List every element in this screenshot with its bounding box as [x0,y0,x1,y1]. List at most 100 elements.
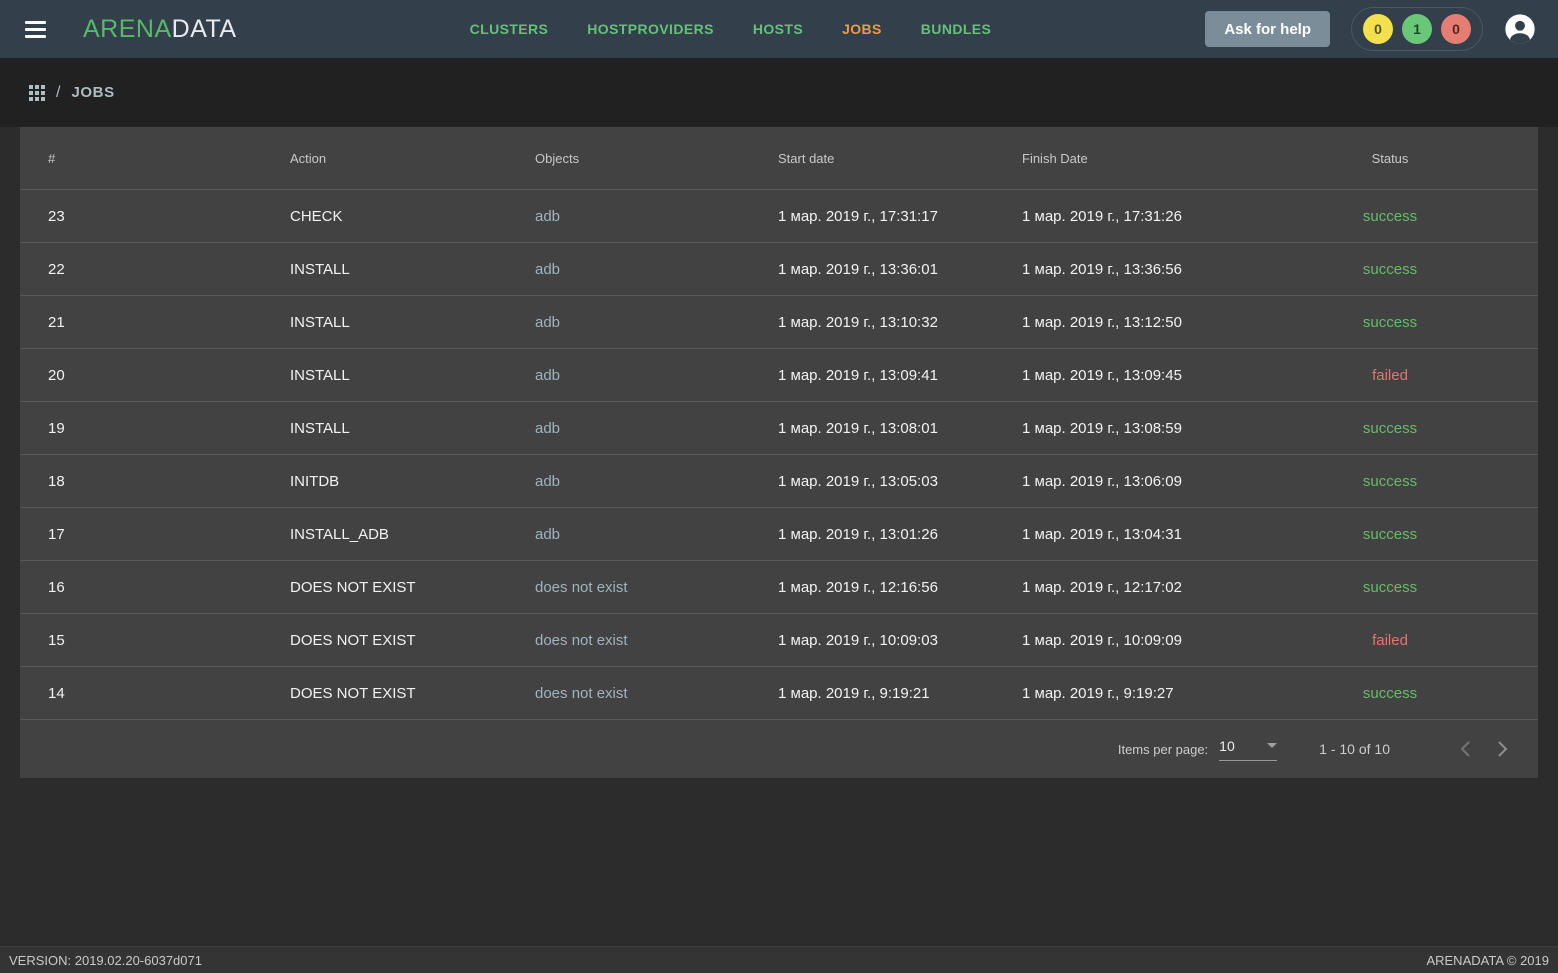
job-status: success [1242,314,1538,331]
table-row[interactable]: 20 INSTALL adb 1 мар. 2019 г., 13:09:41 … [20,349,1538,402]
job-finish-date: 1 мар. 2019 г., 13:36:56 [1022,261,1242,278]
items-per-page-label: Items per page: [1118,742,1208,757]
job-id: 21 [20,314,290,331]
job-id: 19 [20,420,290,437]
job-object-link[interactable]: adb [535,314,778,331]
nav-link-clusters[interactable]: CLUSTERS [470,21,549,37]
version-label: VERSION: 2019.02.20-6037d071 [9,953,202,968]
job-id: 14 [20,685,290,702]
job-action: INSTALL [290,420,535,437]
chevron-right-icon [1498,741,1508,757]
pagination-range-label: 1 - 10 of 10 [1319,741,1390,757]
table-row[interactable]: 14 DOES NOT EXIST does not exist 1 мар. … [20,667,1538,720]
job-object-link[interactable]: does not exist [535,579,778,596]
breadcrumb-jobs[interactable]: JOBS [71,84,114,101]
job-status-counters: 0 1 0 [1351,7,1483,51]
job-action: INSTALL [290,261,535,278]
logo-part-data: DATA [172,15,237,43]
job-action: INSTALL_ADB [290,526,535,543]
column-header-action: Action [290,151,535,166]
job-id: 23 [20,208,290,225]
job-finish-date: 1 мар. 2019 г., 12:17:02 [1022,579,1242,596]
job-object-link[interactable]: does not exist [535,632,778,649]
table-row[interactable]: 16 DOES NOT EXIST does not exist 1 мар. … [20,561,1538,614]
copyright-label: ARENADATA © 2019 [1426,953,1549,968]
job-start-date: 1 мар. 2019 г., 13:36:01 [778,261,1022,278]
job-object-link[interactable]: adb [535,420,778,437]
chevron-left-icon [1460,741,1470,757]
next-page-button[interactable] [1498,741,1508,757]
job-start-date: 1 мар. 2019 г., 13:09:41 [778,367,1022,384]
table-row[interactable]: 15 DOES NOT EXIST does not exist 1 мар. … [20,614,1538,667]
job-status: success [1242,579,1538,596]
job-object-link[interactable]: adb [535,208,778,225]
main-nav: CLUSTERS HOSTPROVIDERS HOSTS JOBS BUNDLE… [470,21,992,37]
breadcrumb: / JOBS [0,58,1558,127]
table-row[interactable]: 19 INSTALL adb 1 мар. 2019 г., 13:08:01 … [20,402,1538,455]
job-id: 16 [20,579,290,596]
job-action: CHECK [290,208,535,225]
job-object-link[interactable]: adb [535,526,778,543]
table-row[interactable]: 21 INSTALL adb 1 мар. 2019 г., 13:10:32 … [20,296,1538,349]
job-finish-date: 1 мар. 2019 г., 10:09:09 [1022,632,1242,649]
job-action: INSTALL [290,367,535,384]
table-row[interactable]: 17 INSTALL_ADB adb 1 мар. 2019 г., 13:01… [20,508,1538,561]
table-header-row: # Action Objects Start date Finish Date … [20,127,1538,190]
job-object-link[interactable]: does not exist [535,685,778,702]
column-header-status: Status [1242,151,1538,166]
brand-logo[interactable]: ARENADATA [83,15,237,44]
breadcrumb-separator: / [56,84,60,102]
job-start-date: 1 мар. 2019 г., 13:10:32 [778,314,1022,331]
status-bar: VERSION: 2019.02.20-6037d071 ARENADATA ©… [0,946,1558,973]
job-start-date: 1 мар. 2019 г., 13:05:03 [778,473,1022,490]
nav-link-jobs[interactable]: JOBS [842,21,882,37]
job-start-date: 1 мар. 2019 г., 13:01:26 [778,526,1022,543]
job-status: failed [1242,632,1538,649]
job-finish-date: 1 мар. 2019 г., 9:19:27 [1022,685,1242,702]
nav-link-hostproviders[interactable]: HOSTPROVIDERS [587,21,714,37]
job-id: 20 [20,367,290,384]
user-avatar-icon[interactable] [1504,13,1536,45]
counter-running-badge[interactable]: 0 [1363,14,1393,44]
job-action: DOES NOT EXIST [290,579,535,596]
job-status: success [1242,208,1538,225]
job-status: success [1242,526,1538,543]
job-finish-date: 1 мар. 2019 г., 13:04:31 [1022,526,1242,543]
job-action: INSTALL [290,314,535,331]
job-id: 15 [20,632,290,649]
items-per-page-value: 10 [1219,738,1235,754]
job-id: 18 [20,473,290,490]
job-start-date: 1 мар. 2019 г., 10:09:03 [778,632,1022,649]
logo-part-arena: ARENA [83,15,172,43]
dropdown-arrow-icon [1267,743,1277,748]
table-row[interactable]: 18 INITDB adb 1 мар. 2019 г., 13:05:03 1… [20,455,1538,508]
job-object-link[interactable]: adb [535,367,778,384]
items-per-page-select[interactable]: 10 [1219,738,1277,761]
job-status: success [1242,420,1538,437]
table-row[interactable]: 23 CHECK adb 1 мар. 2019 г., 17:31:17 1 … [20,190,1538,243]
ask-for-help-button[interactable]: Ask for help [1205,11,1330,47]
column-header-id: # [20,151,290,166]
job-object-link[interactable]: adb [535,473,778,490]
nav-link-hosts[interactable]: HOSTS [753,21,803,37]
nav-link-bundles[interactable]: BUNDLES [921,21,991,37]
job-start-date: 1 мар. 2019 г., 12:16:56 [778,579,1022,596]
counter-failed-badge[interactable]: 0 [1441,14,1471,44]
prev-page-button[interactable] [1460,741,1470,757]
navbar-right-group: Ask for help 0 1 0 [1205,7,1536,51]
job-status: failed [1242,367,1538,384]
job-status: success [1242,261,1538,278]
job-finish-date: 1 мар. 2019 г., 17:31:26 [1022,208,1242,225]
job-id: 17 [20,526,290,543]
table-row[interactable]: 22 INSTALL adb 1 мар. 2019 г., 13:36:01 … [20,243,1538,296]
job-action: DOES NOT EXIST [290,632,535,649]
job-finish-date: 1 мар. 2019 г., 13:12:50 [1022,314,1242,331]
job-object-link[interactable]: adb [535,261,778,278]
apps-grid-icon[interactable] [29,85,45,101]
job-action: INITDB [290,473,535,490]
menu-icon[interactable] [25,21,46,38]
job-action: DOES NOT EXIST [290,685,535,702]
counter-success-badge[interactable]: 1 [1402,14,1432,44]
column-header-start-date: Start date [778,151,1022,166]
jobs-table-card: # Action Objects Start date Finish Date … [20,127,1538,778]
